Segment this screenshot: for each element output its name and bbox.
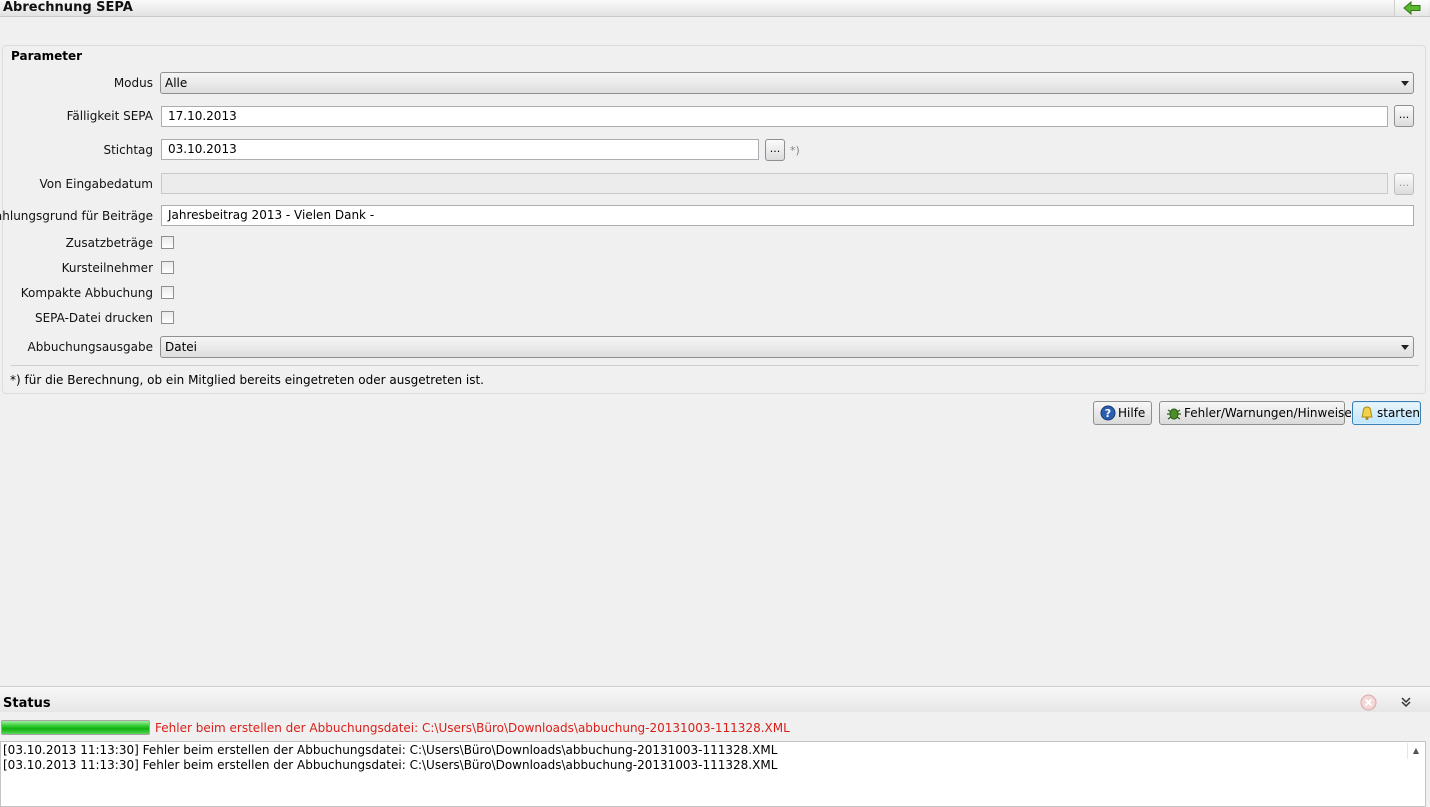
faelligkeit-date-button[interactable]: ...	[1394, 105, 1414, 127]
arrow-left-icon	[1403, 1, 1421, 15]
status-log: [03.10.2013 11:13:30] Fehler beim erstel…	[0, 741, 1426, 807]
von-eingabedatum-date-button[interactable]: ...	[1394, 173, 1414, 195]
abbuchungsausgabe-value: Datei	[165, 340, 198, 354]
kompakte-abbuchung-label: Kompakte Abbuchung	[20, 286, 153, 300]
window-title: Abrechnung SEPA	[3, 0, 133, 15]
status-title: Status	[3, 696, 51, 711]
sepa-datei-drucken-checkbox[interactable]	[161, 311, 174, 324]
chevron-down-icon	[1401, 81, 1409, 86]
back-button[interactable]	[1394, 0, 1428, 16]
log-entry: [03.10.2013 11:13:30] Fehler beim erstel…	[3, 758, 778, 772]
zusatzbetraege-label: Zusatzbeträge	[65, 236, 153, 250]
svg-text:?: ?	[1105, 407, 1111, 420]
modus-select[interactable]: Alle	[160, 72, 1414, 94]
starten-label: starten	[1377, 406, 1420, 420]
bell-icon	[1361, 406, 1373, 420]
bug-icon	[1167, 408, 1181, 420]
help-icon: ?	[1100, 405, 1116, 421]
divider	[11, 365, 1419, 366]
faelligkeit-label: Fälligkeit SEPA	[66, 109, 153, 123]
zahlungsgrund-label: Zahlungsgrund für Beiträge	[0, 209, 153, 223]
modus-value: Alle	[165, 76, 188, 90]
faelligkeit-input[interactable]: 17.10.2013	[161, 106, 1388, 127]
parameter-title: Parameter	[11, 49, 83, 63]
von-eingabedatum-label: Von Eingabedatum	[39, 177, 153, 191]
title-bar: Abrechnung SEPA	[0, 0, 1430, 17]
hilfe-button[interactable]: ? Hilfe	[1093, 401, 1152, 425]
fehler-warnungen-label: Fehler/Warnungen/Hinweise	[1184, 406, 1352, 420]
stichtag-input[interactable]: 03.10.2013	[161, 139, 759, 160]
abbuchungsausgabe-select[interactable]: Datei	[160, 336, 1414, 358]
kursteilnehmer-label: Kursteilnehmer	[61, 261, 153, 275]
log-entry: [03.10.2013 11:13:30] Fehler beim erstel…	[3, 743, 778, 757]
modus-label: Modus	[113, 76, 153, 90]
zusatzbetraege-checkbox[interactable]	[161, 236, 174, 249]
fehler-warnungen-button[interactable]: Fehler/Warnungen/Hinweise	[1159, 401, 1352, 425]
zahlungsgrund-input[interactable]: Jahresbeitrag 2013 - Vielen Dank -	[161, 205, 1414, 226]
parameter-panel: Parameter Modus Alle Fälligkeit SEPA 17.…	[0, 45, 1426, 394]
starten-button[interactable]: starten	[1352, 401, 1421, 425]
close-icon[interactable]	[1360, 694, 1377, 711]
double-chevron-down-icon[interactable]	[1400, 696, 1412, 708]
kursteilnehmer-checkbox[interactable]	[161, 261, 174, 274]
stichtag-label: Stichtag	[103, 143, 153, 157]
chevron-down-icon	[1401, 345, 1409, 350]
status-header: Status	[0, 686, 1430, 712]
footnote: *) für die Berechnung, ob ein Mitglied b…	[10, 373, 484, 387]
scroll-up-icon[interactable]: ▲	[1407, 743, 1424, 759]
status-message: Fehler beim erstellen der Abbuchungsdate…	[155, 721, 790, 735]
kompakte-abbuchung-checkbox[interactable]	[161, 286, 174, 299]
stichtag-date-button[interactable]: ...	[765, 139, 785, 161]
status-progress-bar	[1, 720, 150, 735]
stichtag-hint: *)	[790, 144, 800, 157]
sepa-datei-drucken-label: SEPA-Datei drucken	[34, 311, 153, 325]
hilfe-label: Hilfe	[1118, 406, 1146, 420]
von-eingabedatum-input[interactable]	[161, 173, 1388, 194]
abbuchungsausgabe-label: Abbuchungsausgabe	[27, 340, 153, 354]
